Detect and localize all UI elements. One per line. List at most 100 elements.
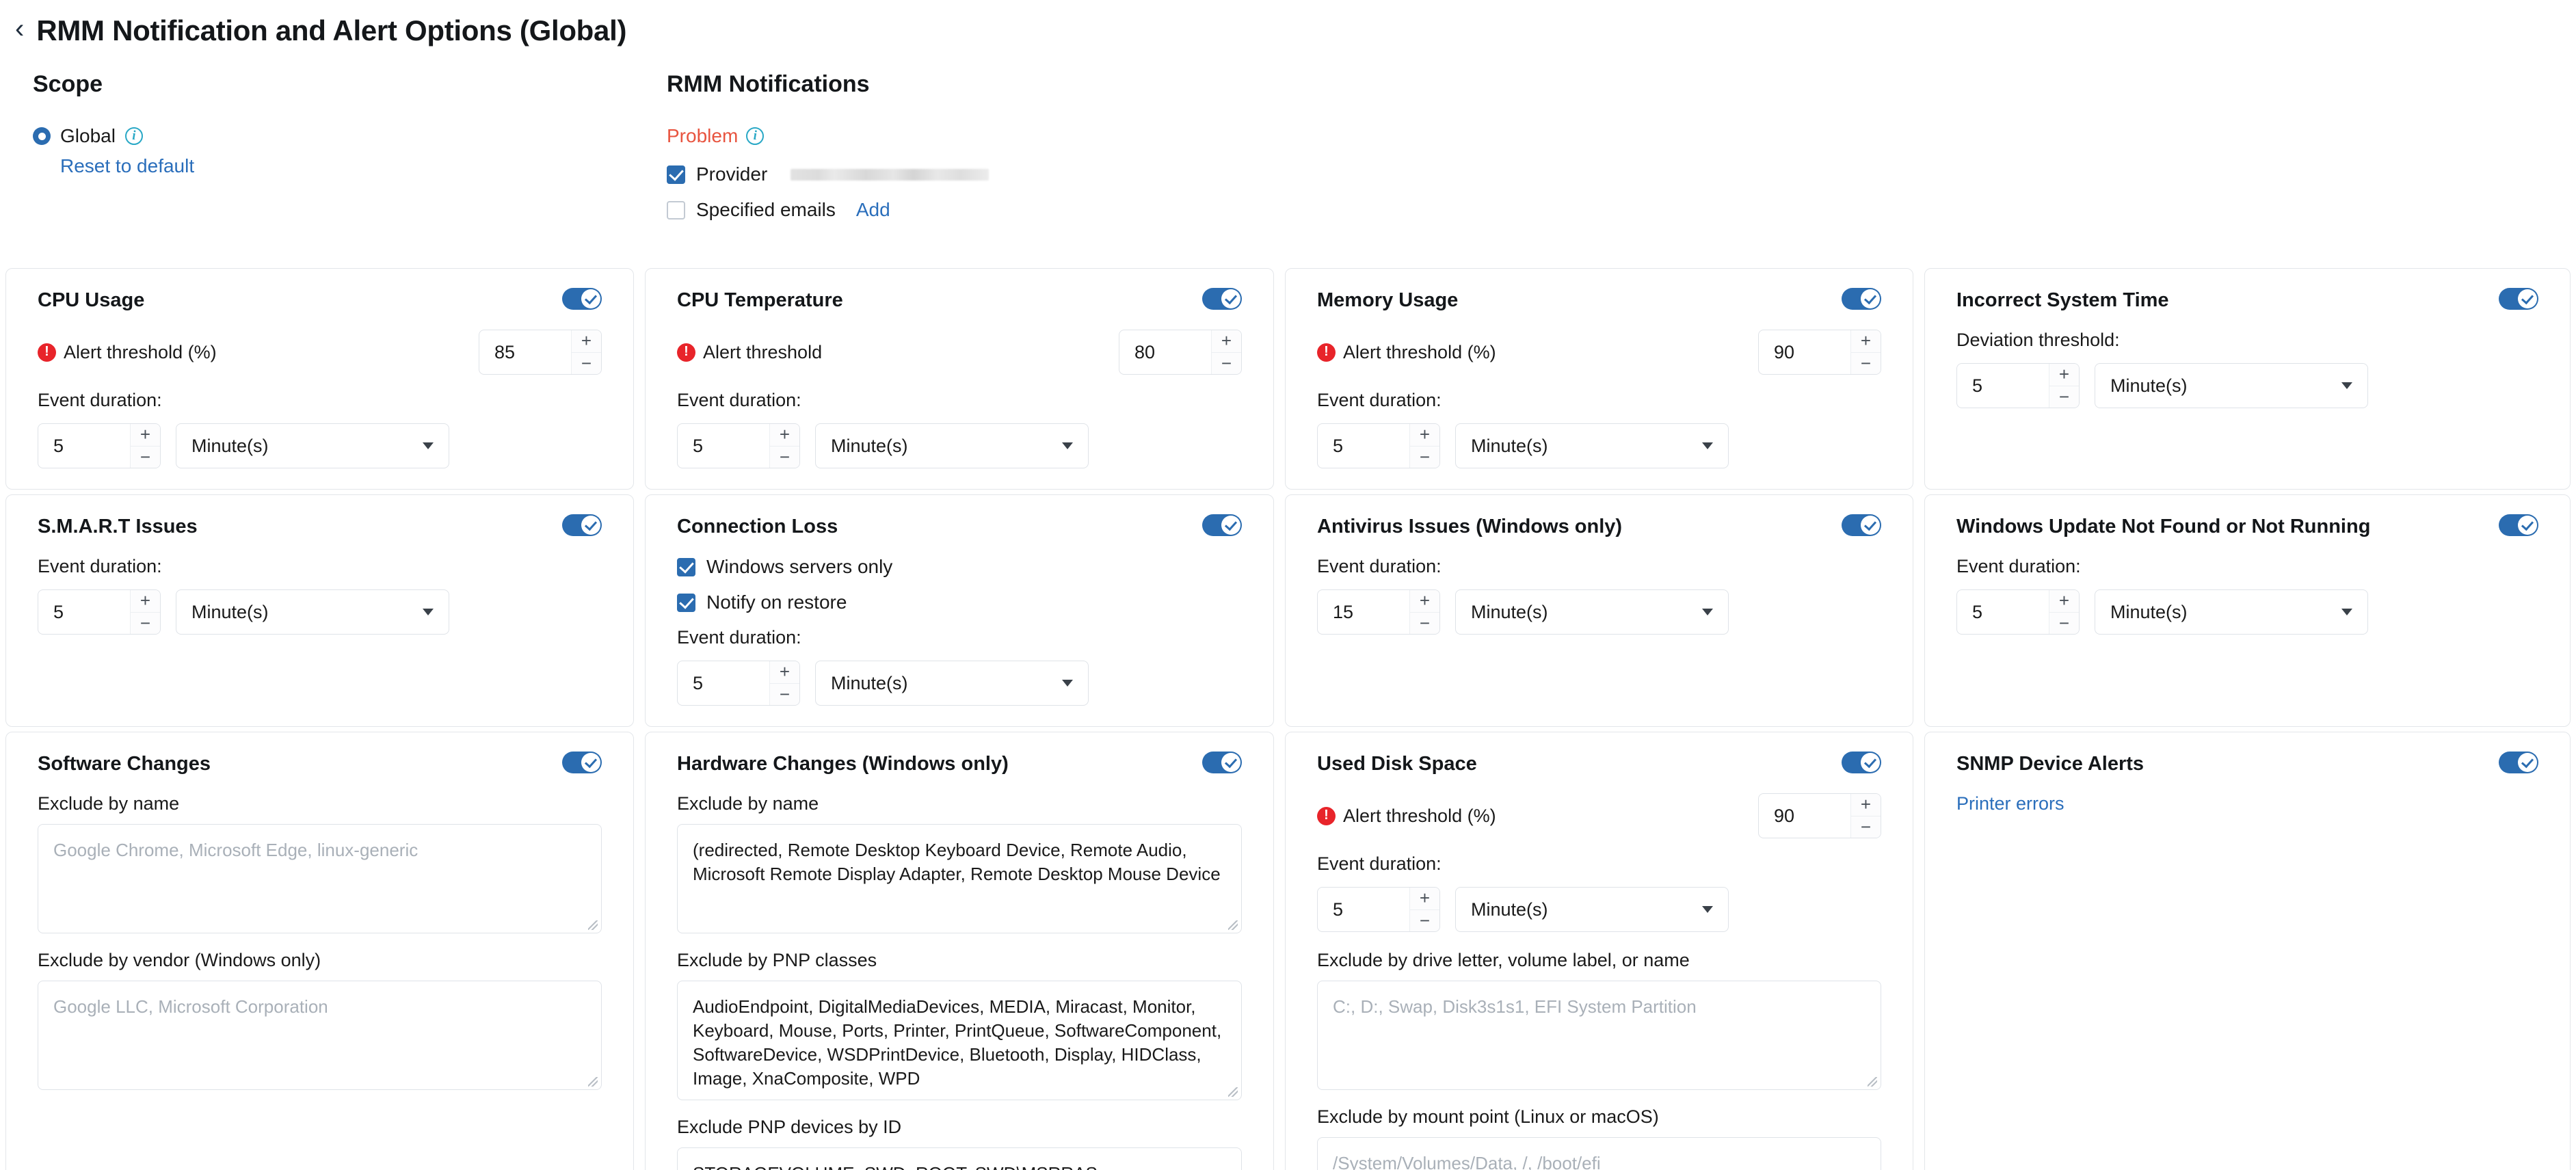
windows-update-unit-select[interactable]: Minute(s) xyxy=(2095,589,2368,635)
disk-exclude-mount-textarea[interactable]: /System/Volumes/Data, /, /boot/efi xyxy=(1317,1137,1881,1170)
stepper-value[interactable]: 5 xyxy=(678,661,769,705)
stepper-decrement[interactable]: − xyxy=(770,683,799,705)
software-exclude-vendor-textarea[interactable]: Google LLC, Microsoft Corporation xyxy=(38,981,602,1090)
disk-duration-stepper[interactable]: 5 + − xyxy=(1317,887,1440,932)
cpu-temp-unit-select[interactable]: Minute(s) xyxy=(815,423,1089,468)
stepper-decrement[interactable]: − xyxy=(1851,816,1881,838)
stepper-increment[interactable]: + xyxy=(1851,330,1881,353)
windows-servers-only-checkbox[interactable] xyxy=(677,557,695,576)
provider-checkbox[interactable] xyxy=(667,165,685,184)
disk-unit-select[interactable]: Minute(s) xyxy=(1455,887,1729,932)
cpu-usage-threshold-stepper[interactable]: 85 + − xyxy=(479,330,602,375)
stepper-value[interactable]: 90 xyxy=(1759,330,1850,374)
toggle-smart-issues[interactable] xyxy=(562,514,602,536)
stepper-value[interactable]: 5 xyxy=(1957,590,2049,634)
smart-duration-stepper[interactable]: 5 + − xyxy=(38,589,161,635)
stepper-decrement[interactable]: − xyxy=(1410,446,1439,468)
printer-errors-link[interactable]: Printer errors xyxy=(1956,793,2538,814)
notify-on-restore-checkbox[interactable] xyxy=(677,593,695,612)
windows-update-duration-stepper[interactable]: 5 + − xyxy=(1956,589,2080,635)
stepper-increment[interactable]: + xyxy=(1410,590,1439,613)
stepper-decrement[interactable]: − xyxy=(1410,612,1439,634)
stepper-increment[interactable]: + xyxy=(1212,330,1241,353)
cpu-temp-threshold-stepper[interactable]: 80 + − xyxy=(1119,330,1242,375)
stepper-value[interactable]: 5 xyxy=(38,424,130,468)
stepper-increment[interactable]: + xyxy=(131,590,160,613)
reset-to-default-link[interactable]: Reset to default xyxy=(60,155,194,177)
add-email-link[interactable]: Add xyxy=(856,199,890,221)
connection-loss-duration-stepper[interactable]: 5 + − xyxy=(677,661,800,706)
antivirus-duration-stepper[interactable]: 15 + − xyxy=(1317,589,1440,635)
stepper-decrement[interactable]: − xyxy=(770,446,799,468)
stepper-value[interactable]: 85 xyxy=(479,330,571,374)
stepper-decrement[interactable]: − xyxy=(1410,909,1439,931)
stepper-value[interactable]: 80 xyxy=(1119,330,1211,374)
stepper-increment[interactable]: + xyxy=(131,424,160,447)
alert-threshold-label: ! Alert threshold (%) xyxy=(1317,806,1496,827)
memory-unit-select[interactable]: Minute(s) xyxy=(1455,423,1729,468)
toggle-cpu-usage[interactable] xyxy=(562,288,602,310)
stepper-value[interactable]: 5 xyxy=(1957,364,2049,408)
toggle-software-changes[interactable] xyxy=(562,752,602,773)
info-icon[interactable]: i xyxy=(124,127,143,145)
toggle-cpu-temperature[interactable] xyxy=(1202,288,1242,310)
problem-info-icon[interactable]: i xyxy=(746,127,765,145)
cpu-temp-duration-stepper[interactable]: 5 + − xyxy=(677,423,800,468)
toggle-incorrect-system-time[interactable] xyxy=(2499,288,2538,310)
cpu-usage-duration-stepper[interactable]: 5 + − xyxy=(38,423,161,468)
provider-label: Provider xyxy=(696,163,768,185)
toggle-connection-loss[interactable] xyxy=(1202,514,1242,536)
hardware-exclude-pnp-ids-textarea[interactable]: STORAGEVOLUME, SWD, ROOT, SWD\MSRRAS xyxy=(677,1147,1242,1170)
card-title: CPU Temperature xyxy=(677,289,843,311)
deviation-stepper[interactable]: 5 + − xyxy=(1956,363,2080,408)
stepper-decrement[interactable]: − xyxy=(131,612,160,634)
stepper-value[interactable]: 90 xyxy=(1759,794,1850,838)
stepper-decrement[interactable]: − xyxy=(1851,352,1881,374)
toggle-snmp-device-alerts[interactable] xyxy=(2499,752,2538,773)
stepper-increment[interactable]: + xyxy=(2049,590,2079,613)
stepper-decrement[interactable]: − xyxy=(1212,352,1241,374)
provider-row[interactable]: Provider xyxy=(667,163,2576,185)
hardware-exclude-name-textarea[interactable]: (redirected, Remote Desktop Keyboard Dev… xyxy=(677,824,1242,933)
toggle-used-disk-space[interactable] xyxy=(1842,752,1881,773)
radio-global-icon[interactable] xyxy=(33,127,51,145)
stepper-increment[interactable]: + xyxy=(2049,364,2079,386)
stepper-increment[interactable]: + xyxy=(1410,424,1439,447)
windows-servers-only-row[interactable]: Windows servers only xyxy=(677,556,1242,578)
stepper-decrement[interactable]: − xyxy=(2049,612,2079,634)
disk-exclude-drive-textarea[interactable]: C:, D:, Swap, Disk3s1s1, EFI System Part… xyxy=(1317,981,1881,1090)
stepper-decrement[interactable]: − xyxy=(2049,386,2079,408)
stepper-value[interactable]: 5 xyxy=(1318,424,1409,468)
stepper-value[interactable]: 5 xyxy=(678,424,769,468)
chevron-left-icon[interactable]: ‹ xyxy=(15,15,24,46)
stepper-increment[interactable]: + xyxy=(770,661,799,684)
memory-duration-stepper[interactable]: 5 + − xyxy=(1317,423,1440,468)
connection-loss-unit-select[interactable]: Minute(s) xyxy=(815,661,1089,706)
cpu-usage-unit-select[interactable]: Minute(s) xyxy=(176,423,449,468)
deviation-unit-select[interactable]: Minute(s) xyxy=(2095,363,2368,408)
antivirus-unit-select[interactable]: Minute(s) xyxy=(1455,589,1729,635)
stepper-increment[interactable]: + xyxy=(1851,794,1881,816)
toggle-hardware-changes[interactable] xyxy=(1202,752,1242,773)
specified-emails-checkbox[interactable] xyxy=(667,200,685,220)
smart-unit-select[interactable]: Minute(s) xyxy=(176,589,449,635)
stepper-value[interactable]: 15 xyxy=(1318,590,1409,634)
stepper-increment[interactable]: + xyxy=(770,424,799,447)
software-exclude-name-textarea[interactable]: Google Chrome, Microsoft Edge, linux-gen… xyxy=(38,824,602,933)
stepper-increment[interactable]: + xyxy=(1410,888,1439,910)
toggle-antivirus-issues[interactable] xyxy=(1842,514,1881,536)
toggle-memory-usage[interactable] xyxy=(1842,288,1881,310)
stepper-value[interactable]: 5 xyxy=(38,590,130,634)
scope-radio-global[interactable]: Global i xyxy=(33,125,667,147)
disk-threshold-stepper[interactable]: 90 + − xyxy=(1758,793,1881,838)
stepper-increment[interactable]: + xyxy=(572,330,601,353)
hardware-exclude-pnp-classes-textarea[interactable]: AudioEndpoint, DigitalMediaDevices, MEDI… xyxy=(677,981,1242,1100)
stepper-decrement[interactable]: − xyxy=(572,352,601,374)
notify-on-restore-row[interactable]: Notify on restore xyxy=(677,591,1242,613)
specified-emails-row[interactable]: Specified emails Add xyxy=(667,199,2576,221)
memory-threshold-stepper[interactable]: 90 + − xyxy=(1758,330,1881,375)
toggle-windows-update[interactable] xyxy=(2499,514,2538,536)
stepper-value[interactable]: 5 xyxy=(1318,888,1409,931)
stepper-decrement[interactable]: − xyxy=(131,446,160,468)
provider-value-redacted xyxy=(791,168,990,181)
